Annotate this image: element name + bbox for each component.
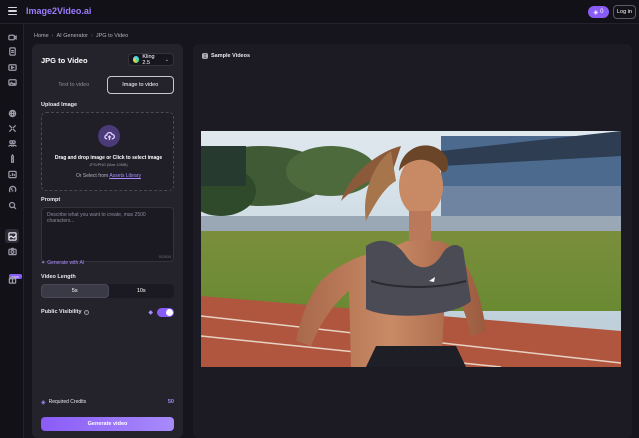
- prompt-char-count: 0/2500: [158, 254, 171, 259]
- torch-icon[interactable]: [7, 153, 17, 163]
- info-icon[interactable]: i: [83, 309, 89, 315]
- assets-library-link[interactable]: Assets Library: [109, 173, 141, 179]
- coins-icon: ◈: [41, 399, 46, 406]
- sample-video-frame: [201, 131, 621, 367]
- diamond-icon: ◆: [148, 309, 153, 316]
- video-length-label: Video Length: [41, 274, 76, 280]
- tab-image-to-video[interactable]: Image to video: [106, 76, 174, 94]
- people-icon[interactable]: [7, 138, 17, 148]
- film-icon[interactable]: [7, 62, 17, 72]
- model-logo-icon: [133, 56, 140, 63]
- sparkle-icon: ✦: [41, 260, 46, 266]
- sidebar: NEW: [0, 24, 24, 438]
- model-select[interactable]: Kling 2.5 ⌄: [128, 53, 174, 66]
- image-icon[interactable]: [7, 77, 17, 87]
- prompt-label: Prompt: [41, 197, 61, 203]
- camera-icon[interactable]: [7, 246, 17, 256]
- chart-icon[interactable]: [7, 169, 17, 179]
- panel-title: JPG to Video: [41, 56, 88, 65]
- upload-alternative: Or Select from Assets Library: [42, 173, 175, 179]
- public-visibility-row: Public Visibility i ◆: [41, 306, 174, 318]
- credits-count: 0: [600, 9, 604, 15]
- model-name: Kling 2.5: [142, 53, 155, 66]
- generate-with-ai-button[interactable]: ✦ Generate with AI: [41, 260, 84, 266]
- film-icon: [202, 53, 208, 59]
- public-visibility-toggle[interactable]: [157, 307, 174, 317]
- credits-badge[interactable]: ◈ 0: [588, 6, 609, 18]
- upload-icon: [98, 125, 120, 147]
- upload-instructions: Drag and drop image or Click to select i…: [54, 155, 163, 161]
- tab-text-to-video[interactable]: Text to video: [41, 76, 107, 94]
- globe-icon[interactable]: [7, 108, 17, 118]
- breadcrumb-ai-generator[interactable]: AI Generator: [57, 33, 89, 39]
- prompt-container: 0/2500: [41, 207, 174, 262]
- breadcrumb-home[interactable]: Home: [34, 33, 49, 39]
- sample-videos-header: Sample Videos: [202, 53, 250, 59]
- document-icon[interactable]: [7, 46, 17, 56]
- upload-label: Upload Image: [41, 102, 78, 108]
- prompt-input[interactable]: [42, 208, 173, 252]
- upload-alt-text: Or Select from: [75, 173, 109, 179]
- length-option-5s[interactable]: 5s: [41, 284, 109, 298]
- public-visibility-label: Public Visibility: [41, 309, 82, 315]
- generate-video-button[interactable]: Generate video: [41, 417, 174, 431]
- generator-panel: JPG to Video Kling 2.5 ⌄ Text to video I…: [32, 44, 183, 438]
- sample-videos-title: Sample Videos: [211, 53, 251, 59]
- login-button[interactable]: Log in: [613, 5, 636, 19]
- image-to-video-icon[interactable]: [5, 229, 19, 243]
- video-length-toggle: 5s 10s: [41, 284, 174, 298]
- top-bar: Image2Video.ai ◈ 0 Log in: [0, 0, 639, 24]
- mode-tabs: Text to video Image to video: [41, 76, 174, 94]
- gift-icon[interactable]: [7, 274, 17, 284]
- expand-icon[interactable]: [7, 123, 17, 133]
- breadcrumb-separator: ›: [51, 33, 54, 39]
- logo[interactable]: Image2Video.ai: [26, 6, 91, 16]
- sample-videos-panel: Sample Videos: [193, 44, 632, 438]
- video-icon[interactable]: [7, 32, 17, 42]
- required-credits-row: ◈ Required Credits 50: [41, 396, 174, 408]
- required-credits-value: 50: [167, 399, 174, 405]
- coin-icon: ◈: [593, 9, 599, 16]
- required-credits-label: Required Credits: [48, 399, 87, 405]
- generate-with-ai-label: Generate with AI: [47, 260, 85, 266]
- chevron-down-icon: ⌄: [164, 56, 169, 63]
- breadcrumb-separator: ›: [91, 33, 93, 39]
- length-option-10s[interactable]: 10s: [109, 284, 175, 298]
- sample-video-player[interactable]: [201, 131, 621, 367]
- breadcrumb-current: JPG to Video: [95, 33, 129, 39]
- upload-formats: JPG/PNG (Max 10MB): [89, 163, 128, 167]
- menu-icon[interactable]: [8, 7, 17, 15]
- breadcrumb: Home › AI Generator › JPG to Video: [34, 33, 128, 39]
- search-icon[interactable]: [7, 200, 17, 210]
- upload-dropzone[interactable]: Drag and drop image or Click to select i…: [41, 112, 174, 191]
- face-icon[interactable]: [7, 184, 17, 194]
